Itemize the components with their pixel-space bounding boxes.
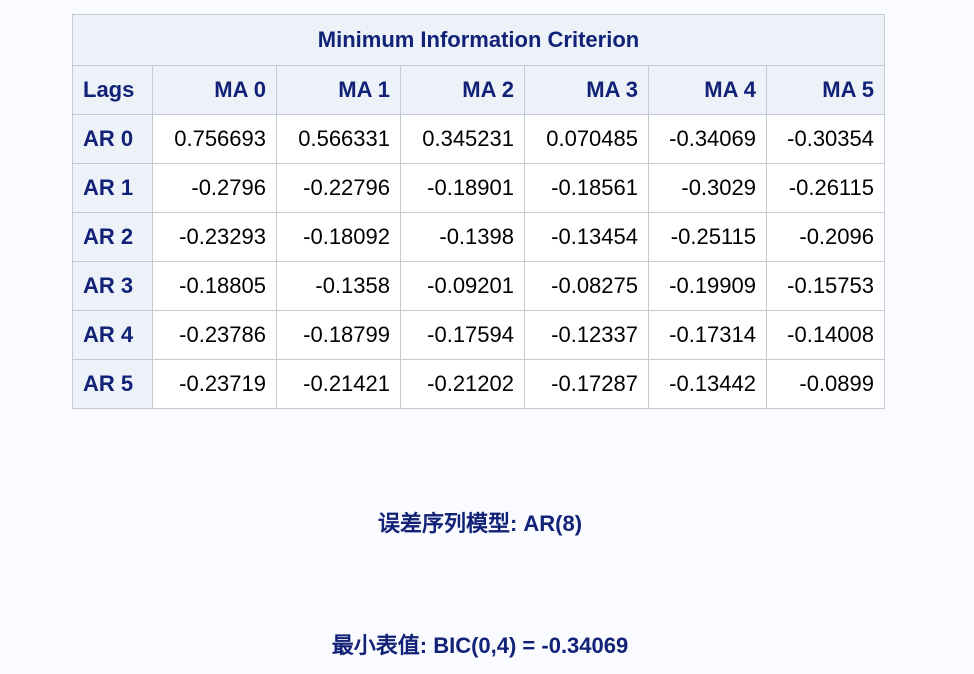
table-cell: -0.18092 — [276, 212, 401, 262]
table-cell: 0.566331 — [276, 114, 401, 164]
table-cell: -0.22796 — [276, 163, 401, 213]
row-header-ar0: AR 0 — [72, 114, 153, 164]
table-cell: -0.2796 — [152, 163, 277, 213]
table-cell: -0.23719 — [152, 359, 277, 409]
row-header-ar3: AR 3 — [72, 261, 153, 311]
table-cell: -0.2096 — [766, 212, 885, 262]
table-cell: -0.13442 — [648, 359, 767, 409]
table-cell: -0.17314 — [648, 310, 767, 360]
table-cell: -0.14008 — [766, 310, 885, 360]
row-header-ar4: AR 4 — [72, 310, 153, 360]
table-cell: -0.23786 — [152, 310, 277, 360]
table-row: AR 2 -0.23293 -0.18092 -0.1398 -0.13454 … — [72, 212, 885, 262]
column-header-ma2: MA 2 — [400, 65, 525, 115]
table-cell: -0.18901 — [400, 163, 525, 213]
row-header-ar5: AR 5 — [72, 359, 153, 409]
column-header-ma0: MA 0 — [152, 65, 277, 115]
table-cell: 0.345231 — [400, 114, 525, 164]
table-cell: -0.1358 — [276, 261, 401, 311]
table-cell: -0.34069 — [648, 114, 767, 164]
table-cell: -0.17287 — [524, 359, 649, 409]
table-cell: -0.08275 — [524, 261, 649, 311]
minimum-information-criterion-table: Minimum Information Criterion Lags MA 0 … — [72, 14, 885, 409]
table-cell: -0.12337 — [524, 310, 649, 360]
table-title: Minimum Information Criterion — [72, 14, 885, 66]
minimum-value-note: 最小表值: BIC(0,4) = -0.34069 — [331, 633, 629, 658]
table-cell: -0.21202 — [400, 359, 525, 409]
table-cell: -0.21421 — [276, 359, 401, 409]
table-cell: -0.18805 — [152, 261, 277, 311]
column-header-ma1: MA 1 — [276, 65, 401, 115]
table-cell: -0.23293 — [152, 212, 277, 262]
error-series-model-note: 误差序列模型: AR(8) — [377, 511, 583, 536]
column-header-row: Lags MA 0 MA 1 MA 2 MA 3 MA 4 MA 5 — [72, 65, 885, 115]
table-row: AR 3 -0.18805 -0.1358 -0.09201 -0.08275 … — [72, 261, 885, 311]
table-cell: -0.18561 — [524, 163, 649, 213]
table-cell: -0.1398 — [400, 212, 525, 262]
table-cell: -0.19909 — [648, 261, 767, 311]
table-cell: -0.3029 — [648, 163, 767, 213]
row-header-ar1: AR 1 — [72, 163, 153, 213]
table-row: AR 0 0.756693 0.566331 0.345231 0.070485… — [72, 114, 885, 164]
table-cell: 0.756693 — [152, 114, 277, 164]
table-cell: -0.18799 — [276, 310, 401, 360]
table-cell: -0.15753 — [766, 261, 885, 311]
table-row: AR 5 -0.23719 -0.21421 -0.21202 -0.17287… — [72, 359, 885, 409]
column-header-ma4: MA 4 — [648, 65, 767, 115]
table-cell: -0.30354 — [766, 114, 885, 164]
table-cell: -0.17594 — [400, 310, 525, 360]
table-cell: 0.070485 — [524, 114, 649, 164]
table-cell: -0.0899 — [766, 359, 885, 409]
row-header-ar2: AR 2 — [72, 212, 153, 262]
table-cell: -0.26115 — [766, 163, 885, 213]
page: Minimum Information Criterion Lags MA 0 … — [0, 0, 974, 674]
table-cell: -0.25115 — [648, 212, 767, 262]
table-title-row: Minimum Information Criterion — [72, 14, 885, 66]
table-cell: -0.13454 — [524, 212, 649, 262]
lags-header: Lags — [72, 65, 153, 115]
column-header-ma3: MA 3 — [524, 65, 649, 115]
table-row: AR 4 -0.23786 -0.18799 -0.17594 -0.12337… — [72, 310, 885, 360]
column-header-ma5: MA 5 — [766, 65, 885, 115]
table-cell: -0.09201 — [400, 261, 525, 311]
table-row: AR 1 -0.2796 -0.22796 -0.18901 -0.18561 … — [72, 163, 885, 213]
